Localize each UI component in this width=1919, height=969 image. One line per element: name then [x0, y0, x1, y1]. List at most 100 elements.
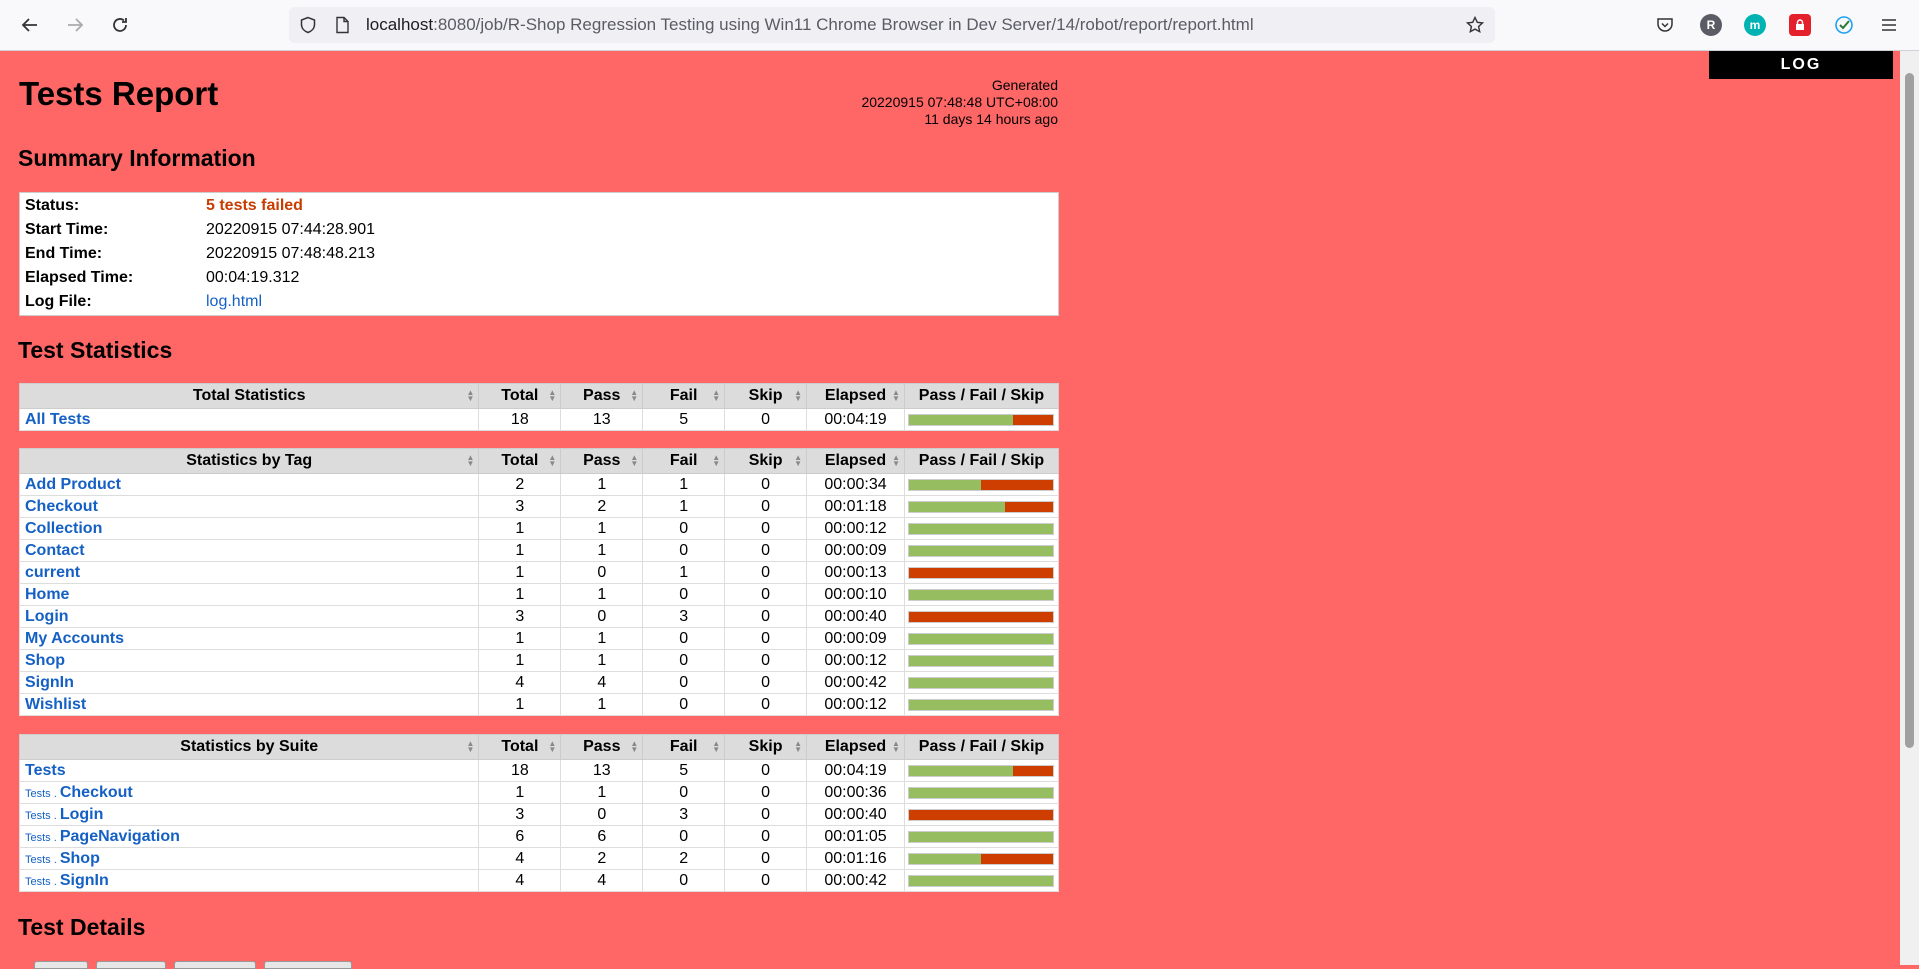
column-header-0[interactable]: Total ▲ ▼: [478, 734, 562, 760]
details-tab-4[interactable]: [264, 961, 352, 969]
details-tab-1[interactable]: [34, 961, 88, 969]
cell-pass: 1: [560, 583, 644, 606]
cell-total: 1: [478, 693, 562, 716]
cell-total: 1: [478, 781, 562, 804]
cell-elapsed: 00:00:42: [806, 869, 905, 892]
cell-total: 4: [478, 847, 562, 870]
column-header-2[interactable]: Fail ▲ ▼: [642, 734, 726, 760]
row-name-link[interactable]: Checkout: [60, 784, 133, 801]
pass-fail-skip-bar: [908, 500, 1055, 513]
column-header-name[interactable]: Statistics by Tag ▲ ▼: [18, 448, 480, 474]
header-label: Pass / Fail / Skip: [918, 452, 1045, 469]
column-header-4[interactable]: Elapsed ▲ ▼: [806, 448, 905, 474]
sort-arrows-icon: ▲ ▼: [892, 388, 900, 403]
column-header-1[interactable]: Pass ▲ ▼: [560, 383, 644, 409]
column-header-5[interactable]: Pass / Fail / Skip: [903, 734, 1060, 760]
header-label: Skip: [748, 387, 783, 404]
row-name-link[interactable]: Contact: [25, 542, 85, 559]
log-button[interactable]: LOG: [1709, 51, 1893, 79]
cell-graph: [903, 649, 1060, 672]
sort-arrows-icon: ▲ ▼: [712, 388, 721, 403]
pass-segment: [909, 853, 982, 864]
column-header-0[interactable]: Total ▲ ▼: [478, 383, 562, 409]
cell-fail: 2: [642, 847, 726, 870]
row-name-link[interactable]: Collection: [25, 520, 102, 537]
row-name-link[interactable]: SignIn: [60, 872, 109, 889]
bookmark-star-icon[interactable]: [1465, 15, 1485, 34]
row-name-link[interactable]: Login: [60, 806, 104, 823]
row-name-link[interactable]: Wishlist: [25, 696, 86, 713]
extension-m-icon[interactable]: m: [1744, 14, 1766, 36]
header-row: Statistics by Tag ▲ ▼ Total ▲ ▼ Pass ▲ ▼ Fail ▲ ▼ Sk…: [18, 448, 1060, 474]
cell-skip: 0: [724, 869, 808, 892]
scrollbar-thumb[interactable]: [1905, 73, 1914, 748]
url-text[interactable]: localhost:8080/job/R-Shop Regression Tes…: [366, 15, 1254, 35]
column-header-0[interactable]: Total ▲ ▼: [478, 448, 562, 474]
check-extension-icon[interactable]: [1833, 14, 1855, 36]
log-file-link[interactable]: log.html: [206, 293, 262, 311]
cell-pass: 1: [560, 781, 644, 804]
row-name-link[interactable]: My Accounts: [25, 630, 124, 647]
pass-segment: [909, 501, 1006, 512]
row-name-cell: Checkout: [18, 495, 480, 518]
header-label: Pass: [583, 738, 621, 755]
row-name-link[interactable]: SignIn: [25, 674, 74, 691]
details-tab-2[interactable]: [96, 961, 166, 969]
forward-arrow-icon[interactable]: [63, 13, 87, 37]
profile-r-icon[interactable]: R: [1700, 14, 1722, 36]
cell-graph: [903, 781, 1060, 804]
url-bar[interactable]: localhost:8080/job/R-Shop Regression Tes…: [289, 7, 1495, 43]
cell-pass: 0: [560, 605, 644, 628]
fail-segment: [909, 567, 1054, 578]
row-name-link[interactable]: current: [25, 564, 80, 581]
pass-segment: [909, 765, 1014, 776]
cell-pass: 2: [560, 495, 644, 518]
cell-graph: [903, 693, 1060, 716]
vertical-scrollbar[interactable]: [1900, 51, 1919, 965]
elapsed-time-label: Elapsed Time:: [25, 269, 134, 286]
column-header-name[interactable]: Statistics by Suite ▲ ▼: [18, 734, 480, 760]
shield-icon[interactable]: [299, 16, 317, 34]
cell-skip: 0: [724, 539, 808, 562]
header-label: Fail: [669, 387, 698, 404]
lock-extension-icon[interactable]: [1789, 14, 1811, 36]
column-header-3[interactable]: Skip ▲ ▼: [724, 734, 808, 760]
column-header-3[interactable]: Skip ▲ ▼: [724, 383, 808, 409]
column-header-1[interactable]: Pass ▲ ▼: [560, 448, 644, 474]
column-header-1[interactable]: Pass ▲ ▼: [560, 734, 644, 760]
column-header-4[interactable]: Elapsed ▲ ▼: [806, 734, 905, 760]
column-header-4[interactable]: Elapsed ▲ ▼: [806, 383, 905, 409]
row-name-link[interactable]: All Tests: [25, 411, 91, 428]
row-name-link[interactable]: Add Product: [25, 476, 121, 493]
fail-segment: [1013, 765, 1054, 776]
row-name-link[interactable]: Shop: [25, 652, 65, 669]
row-name-link[interactable]: Login: [25, 608, 69, 625]
cell-total: 18: [478, 408, 562, 431]
column-header-5[interactable]: Pass / Fail / Skip: [903, 448, 1060, 474]
page-info-icon[interactable]: [333, 16, 351, 34]
test-details-heading: Test Details: [18, 914, 146, 940]
generated-info: Generated 20220915 07:48:48 UTC+08:00 11…: [780, 77, 1058, 128]
row-name-link[interactable]: PageNavigation: [60, 828, 180, 845]
column-header-2[interactable]: Fail ▲ ▼: [642, 448, 726, 474]
cell-elapsed: 00:00:12: [806, 693, 905, 716]
column-header-3[interactable]: Skip ▲ ▼: [724, 448, 808, 474]
pocket-icon[interactable]: [1654, 14, 1676, 36]
generated-relative: 11 days 14 hours ago: [924, 111, 1058, 127]
back-arrow-icon[interactable]: [18, 13, 42, 37]
reload-icon[interactable]: [108, 13, 132, 37]
column-header-name[interactable]: Total Statistics ▲ ▼: [18, 383, 480, 409]
details-tab-3[interactable]: [174, 961, 256, 969]
cell-skip: 0: [724, 759, 808, 782]
cell-graph: [903, 473, 1060, 496]
row-name-link[interactable]: Home: [25, 586, 69, 603]
row-name-link[interactable]: Shop: [60, 850, 100, 867]
row-name-link[interactable]: Checkout: [25, 498, 98, 515]
cell-fail: 0: [642, 781, 726, 804]
cell-graph: [903, 408, 1060, 431]
pass-fail-skip-bar: [908, 786, 1055, 799]
column-header-5[interactable]: Pass / Fail / Skip: [903, 383, 1060, 409]
row-name-link[interactable]: Tests: [25, 762, 66, 779]
column-header-2[interactable]: Fail ▲ ▼: [642, 383, 726, 409]
menu-hamburger-icon[interactable]: [1878, 14, 1900, 36]
